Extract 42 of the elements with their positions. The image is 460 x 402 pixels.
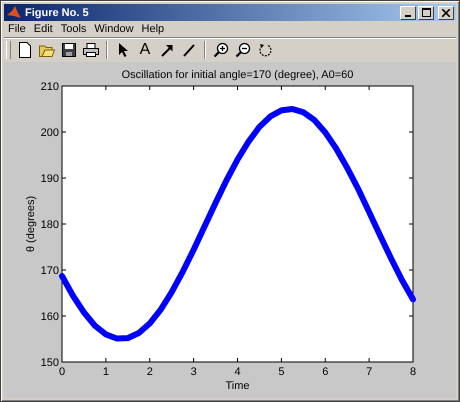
tick-label: 6 <box>322 366 328 378</box>
maximize-icon <box>422 8 430 18</box>
folder-icon <box>39 42 55 57</box>
close-icon <box>442 8 450 17</box>
tick-label: 180 <box>40 219 59 231</box>
zoom-in-icon <box>213 42 229 58</box>
x-axis-label: Time <box>225 380 250 392</box>
tick-label: 0 <box>58 366 66 378</box>
tick-label: 200 <box>40 127 59 139</box>
tick-label: 8 <box>410 366 416 378</box>
minimize-button[interactable] <box>400 6 416 20</box>
arrow-icon <box>160 42 174 57</box>
rotate-icon <box>258 42 272 57</box>
zoom-out-icon <box>235 42 251 58</box>
printer-icon <box>83 42 99 57</box>
tick-label: 210 <box>40 81 59 93</box>
menu-item[interactable]: Help <box>138 23 168 36</box>
line-icon <box>182 42 196 57</box>
menu-item[interactable]: File <box>4 23 30 36</box>
tick-label: 170 <box>40 265 59 277</box>
menu-item[interactable]: Tools <box>56 23 90 36</box>
chart-title: Oscillation for initial angle=170 (degree), A0=60 <box>122 69 354 81</box>
window-title: Figure No. 5 <box>25 6 90 19</box>
tick-label: 150 <box>40 357 59 369</box>
tick-label: 2 <box>146 366 153 378</box>
text-tool-button[interactable]: A <box>135 40 155 60</box>
maximize-button[interactable] <box>418 6 434 20</box>
tick-label: 1 <box>102 366 109 378</box>
pointer-icon <box>117 42 129 58</box>
menu-item[interactable]: Window <box>90 23 138 36</box>
menu-item[interactable]: Edit <box>30 23 57 36</box>
tick-label: 3 <box>190 366 197 378</box>
tick-label: 7 <box>366 366 372 378</box>
close-button[interactable] <box>438 6 454 20</box>
y-axis-label: θ (degrees) <box>25 196 37 252</box>
tick-label: 190 <box>40 173 59 185</box>
tick-label: 160 <box>40 311 59 323</box>
tick-label: 4 <box>234 366 241 378</box>
tick-label: 5 <box>278 366 284 378</box>
app-logo-icon <box>6 4 22 21</box>
minimize-icon <box>405 14 411 17</box>
blank-page-icon <box>18 42 32 58</box>
